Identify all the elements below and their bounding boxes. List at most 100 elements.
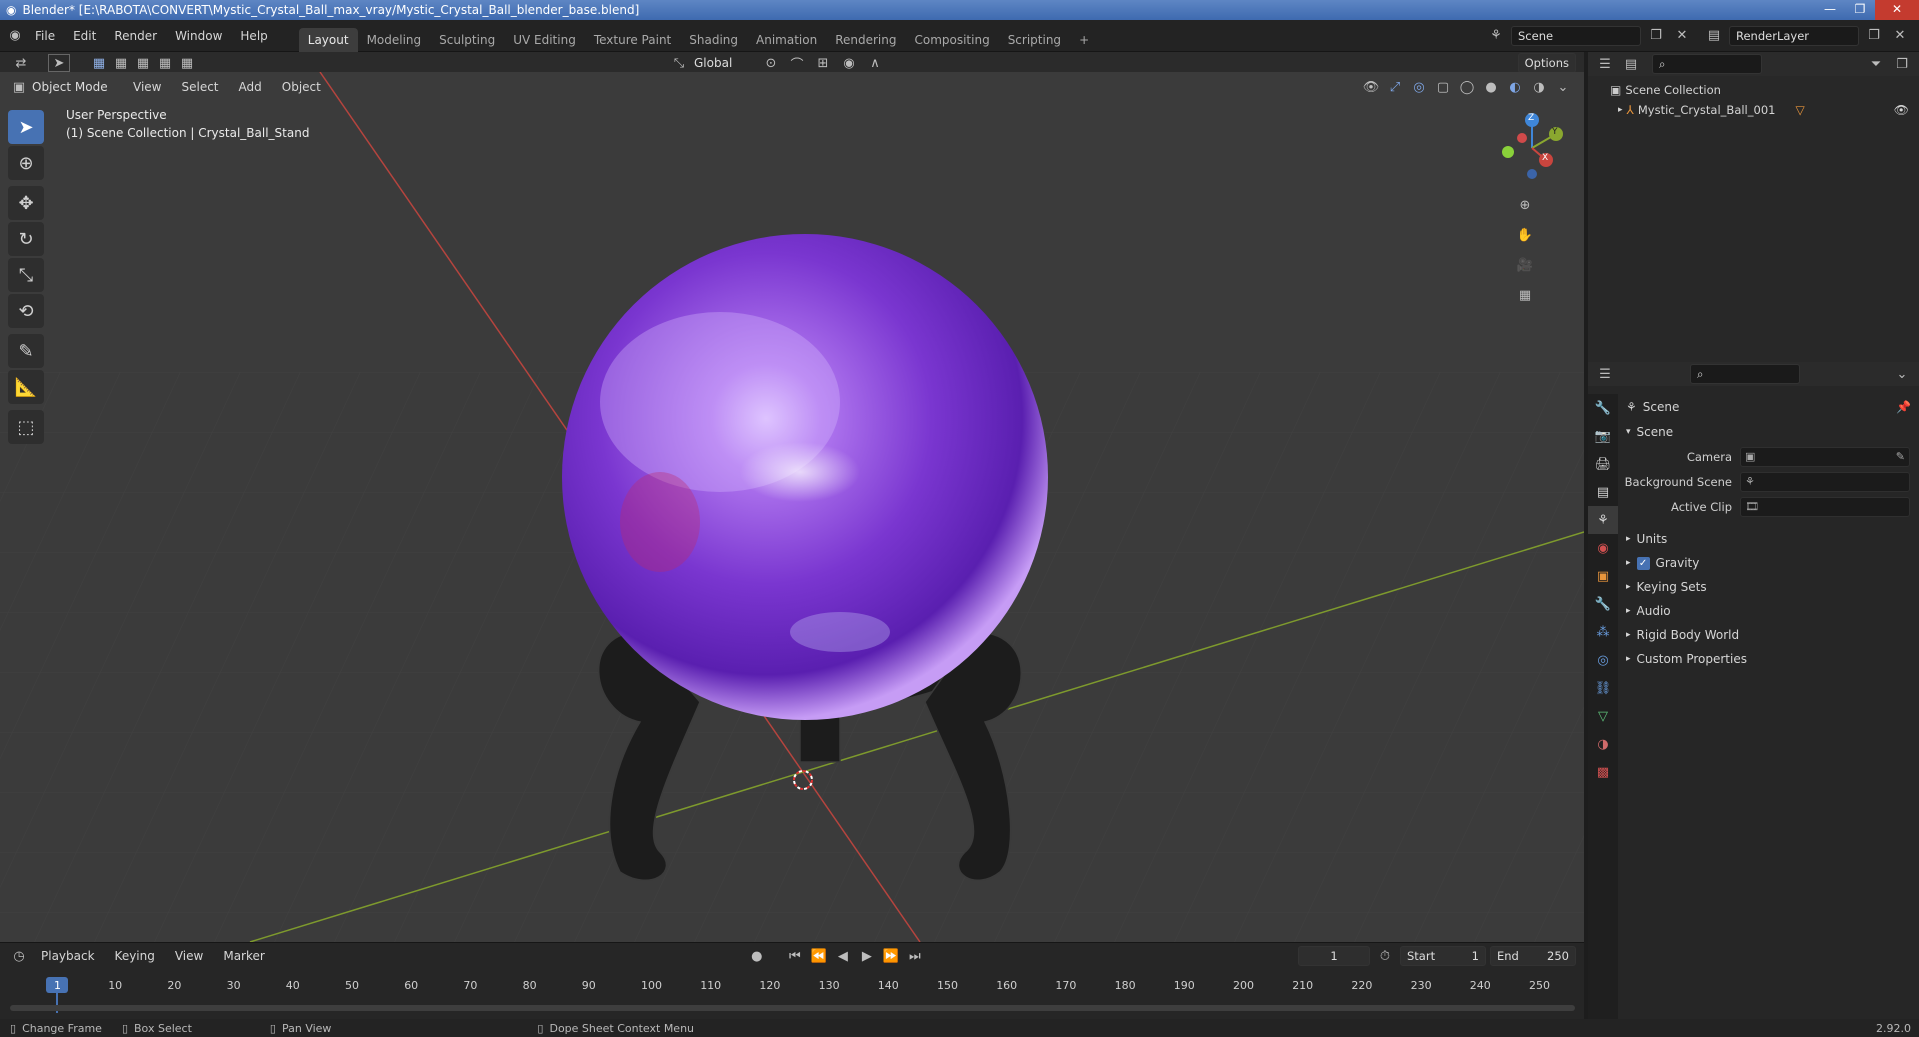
- scene-field[interactable]: Scene: [1511, 25, 1641, 46]
- filter-icon[interactable]: ⏷: [1865, 53, 1887, 75]
- rendered-shading-icon[interactable]: ◑: [1528, 76, 1550, 98]
- physics-tab-icon[interactable]: ◎: [1588, 646, 1618, 674]
- maximize-icon[interactable]: ❐: [1845, 0, 1875, 20]
- subpanel-units[interactable]: ▸ Units: [1622, 527, 1919, 551]
- remove-scene-icon[interactable]: ✕: [1671, 25, 1693, 47]
- background-scene-field[interactable]: ⚘: [1740, 471, 1910, 492]
- preview-range-icon[interactable]: ⏱: [1374, 945, 1396, 967]
- add-cube-tool-icon[interactable]: ⬚: [8, 410, 44, 444]
- new-scene-icon[interactable]: ❐: [1645, 25, 1667, 47]
- timeline-menu-marker[interactable]: Marker: [214, 949, 273, 963]
- menu-window[interactable]: Window: [166, 29, 231, 43]
- select-mode-intersect-icon[interactable]: ▦: [176, 52, 198, 74]
- viewport-menu-add[interactable]: Add: [230, 80, 271, 94]
- tab-modeling[interactable]: Modeling: [358, 28, 431, 52]
- outliner-editor-type-icon[interactable]: ☰: [1594, 53, 1616, 75]
- view-layer-tab-icon[interactable]: ▤: [1588, 478, 1618, 506]
- object-mode-dropdown[interactable]: Object Mode: [32, 80, 122, 94]
- visibility-icon[interactable]: 👁: [1360, 76, 1382, 98]
- properties-editor-type-icon[interactable]: ☰: [1594, 363, 1616, 385]
- jump-end-icon[interactable]: ⏭: [904, 945, 926, 967]
- snap-target-icon[interactable]: ⊞: [812, 52, 834, 74]
- 3d-viewport[interactable]: ▣ Object Mode View Select Add Object 👁 ⤢…: [0, 72, 1584, 942]
- tab-layout[interactable]: Layout: [298, 27, 358, 52]
- scene-panel-header[interactable]: ▾ Scene: [1622, 420, 1919, 444]
- object-tab-icon[interactable]: ▣: [1588, 562, 1618, 590]
- crystal-ball[interactable]: [562, 234, 1048, 720]
- subpanel-rigid-body-world[interactable]: ▸ Rigid Body World: [1622, 623, 1919, 647]
- viewport-menu-view[interactable]: View: [124, 80, 170, 94]
- outliner-root-row[interactable]: ▣ Scene Collection: [1588, 80, 1919, 100]
- subpanel-audio[interactable]: ▸ Audio: [1622, 599, 1919, 623]
- select-mode-extend-icon[interactable]: ▦: [110, 52, 132, 74]
- jump-start-icon[interactable]: ⏮: [784, 945, 806, 967]
- prev-keyframe-icon[interactable]: ⏪: [808, 945, 830, 967]
- subpanel-gravity[interactable]: ▸ ✓ Gravity: [1622, 551, 1919, 575]
- play-icon[interactable]: ▶: [856, 945, 878, 967]
- display-mode-icon[interactable]: ▤: [1620, 53, 1642, 75]
- xray-icon[interactable]: ▢: [1432, 76, 1454, 98]
- material-shading-icon[interactable]: ◐: [1504, 76, 1526, 98]
- overlays-icon[interactable]: ◎: [1408, 76, 1430, 98]
- outliner-search-input[interactable]: ⌕: [1652, 54, 1762, 74]
- viewport-menu-select[interactable]: Select: [172, 80, 227, 94]
- menu-help[interactable]: Help: [231, 29, 276, 43]
- camera-field[interactable]: ▣ ✎: [1740, 446, 1910, 467]
- ortho-toggle-icon[interactable]: ▦: [1514, 284, 1536, 306]
- constraints-tab-icon[interactable]: ⛓: [1588, 674, 1618, 702]
- texture-tab-icon[interactable]: ▩: [1588, 758, 1618, 786]
- world-tab-icon[interactable]: ◉: [1588, 534, 1618, 562]
- tab-rendering[interactable]: Rendering: [826, 28, 905, 52]
- gravity-checkbox[interactable]: ✓: [1636, 556, 1650, 570]
- tool-tab-icon[interactable]: 🔧: [1588, 394, 1618, 422]
- menu-edit[interactable]: Edit: [64, 29, 105, 43]
- proportional-editing-icon[interactable]: ◉: [838, 52, 860, 74]
- start-frame-field[interactable]: Start 1: [1400, 946, 1486, 966]
- select-mode-new-icon[interactable]: ▦: [88, 52, 110, 74]
- blender-menu-icon[interactable]: ◉: [4, 25, 26, 47]
- record-icon[interactable]: ●: [746, 945, 768, 967]
- subpanel-custom-properties[interactable]: ▸ Custom Properties: [1622, 647, 1919, 671]
- tab-sculpting[interactable]: Sculpting: [430, 28, 504, 52]
- render-tab-icon[interactable]: 📷: [1588, 422, 1618, 450]
- expand-arrow-icon[interactable]: ▸: [1618, 105, 1623, 115]
- scene-icon[interactable]: ⚘: [1485, 25, 1507, 47]
- modifier-tab-icon[interactable]: 🔧: [1588, 590, 1618, 618]
- select-mode-invert-icon[interactable]: ▦: [154, 52, 176, 74]
- navigation-gizmo[interactable]: Z Y X ⊕ ✋ 🎥 ▦: [1492, 108, 1572, 308]
- gizmo-toggle-icon[interactable]: ⤢: [1384, 76, 1406, 98]
- material-tab-icon[interactable]: ◑: [1588, 730, 1618, 758]
- data-tab-icon[interactable]: ▽: [1588, 702, 1618, 730]
- pan-hand-icon[interactable]: ✋: [1514, 224, 1536, 246]
- wireframe-shading-icon[interactable]: ◯: [1456, 76, 1478, 98]
- tab-uv-editing[interactable]: UV Editing: [504, 28, 585, 52]
- tab-scripting[interactable]: Scripting: [999, 28, 1070, 52]
- timeline-scrollbar[interactable]: [10, 1005, 1575, 1011]
- transform-orientation-dropdown[interactable]: Global: [694, 56, 756, 70]
- scale-tool-icon[interactable]: ⤡: [8, 258, 44, 292]
- cursor-tool-icon[interactable]: ⊕: [8, 146, 44, 180]
- shading-dropdown-icon[interactable]: ⌄: [1552, 76, 1574, 98]
- solid-shading-icon[interactable]: ●: [1480, 76, 1502, 98]
- minimize-icon[interactable]: —: [1815, 0, 1845, 20]
- pivot-point-icon[interactable]: ⊙: [760, 52, 782, 74]
- timeline-menu-view[interactable]: View: [166, 949, 212, 963]
- zoom-icon[interactable]: ⊕: [1514, 194, 1536, 216]
- properties-search-input[interactable]: ⌕: [1690, 364, 1800, 384]
- add-workspace-icon[interactable]: +: [1070, 28, 1098, 52]
- scene-tab-icon[interactable]: ⚘: [1588, 506, 1618, 534]
- end-frame-field[interactable]: End 250: [1490, 946, 1576, 966]
- new-collection-icon[interactable]: ❐: [1891, 53, 1913, 75]
- tab-shading[interactable]: Shading: [680, 28, 747, 52]
- remove-view-layer-icon[interactable]: ✕: [1889, 25, 1911, 47]
- subpanel-keying-sets[interactable]: ▸ Keying Sets: [1622, 575, 1919, 599]
- annotate-tool-icon[interactable]: ✎: [8, 334, 44, 368]
- viewport-canvas[interactable]: [0, 72, 1584, 942]
- menu-file[interactable]: File: [26, 29, 64, 43]
- rotate-tool-icon[interactable]: ↻: [8, 222, 44, 256]
- output-tab-icon[interactable]: 🖨: [1588, 450, 1618, 478]
- tab-compositing[interactable]: Compositing: [905, 28, 998, 52]
- tab-animation[interactable]: Animation: [747, 28, 826, 52]
- proportional-falloff-icon[interactable]: ∧: [864, 52, 886, 74]
- view-layer-icon[interactable]: ▤: [1703, 25, 1725, 47]
